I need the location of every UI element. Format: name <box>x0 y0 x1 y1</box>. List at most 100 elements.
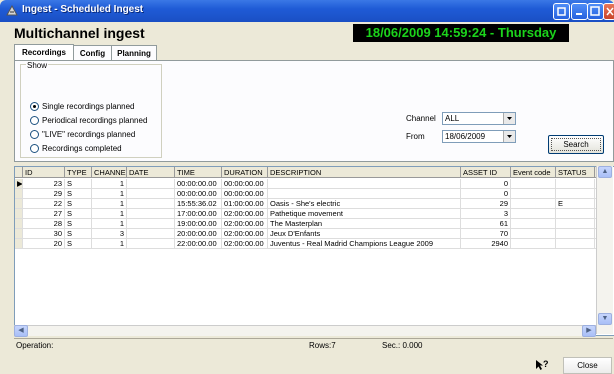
from-date-picker[interactable]: 18/06/2009 <box>442 130 516 143</box>
tab-planning[interactable]: Planning <box>111 45 157 61</box>
table-cell[interactable]: 02:00:00.00 <box>222 219 268 229</box>
table-cell[interactable]: 2940 <box>461 239 511 249</box>
column-header[interactable]: DESCRIPTION <box>268 167 461 178</box>
table-cell[interactable]: 20 <box>23 239 65 249</box>
table-cell[interactable]: 00:00:00.00 <box>222 179 268 189</box>
table-cell[interactable] <box>511 179 556 189</box>
table-cell[interactable]: S <box>65 219 92 229</box>
row-selector[interactable] <box>15 219 23 229</box>
table-cell[interactable]: Oasis - She's electric <box>268 199 461 209</box>
table-cell[interactable] <box>556 179 595 189</box>
table-cell[interactable]: 22:00:00.00 <box>175 239 222 249</box>
table-cell[interactable] <box>556 229 595 239</box>
table-cell[interactable]: 01:00:00.00 <box>222 199 268 209</box>
chevron-down-icon[interactable] <box>503 113 515 124</box>
table-cell[interactable]: E <box>556 199 595 209</box>
table-cell[interactable] <box>127 179 175 189</box>
table-cell[interactable]: S <box>65 189 92 199</box>
table-cell[interactable] <box>511 219 556 229</box>
table-cell[interactable] <box>511 239 556 249</box>
column-header[interactable]: CHANNEL <box>92 167 127 178</box>
table-cell[interactable]: 28 <box>23 219 65 229</box>
radio-button[interactable] <box>30 130 39 139</box>
table-cell[interactable]: S <box>65 209 92 219</box>
table-cell[interactable] <box>556 219 595 229</box>
help-cursor-icon[interactable]: ? <box>535 359 549 371</box>
table-cell[interactable]: 1 <box>92 179 127 189</box>
table-cell[interactable]: 15:55:36.02 <box>175 199 222 209</box>
channel-select[interactable]: ALL <box>442 112 516 125</box>
tab-recordings[interactable]: Recordings <box>14 44 74 61</box>
table-cell[interactable] <box>511 229 556 239</box>
table-cell[interactable]: 00:00:00.00 <box>222 189 268 199</box>
table-cell[interactable]: 02:00:00.00 <box>222 229 268 239</box>
table-cell[interactable]: 23 <box>23 179 65 189</box>
table-cell[interactable]: Jeux D'Enfants <box>268 229 461 239</box>
row-selector[interactable] <box>15 239 23 249</box>
chevron-down-icon[interactable] <box>503 131 515 142</box>
table-cell[interactable] <box>127 239 175 249</box>
minimize-button[interactable] <box>571 3 588 20</box>
table-cell[interactable]: S <box>65 229 92 239</box>
radio-button[interactable] <box>30 102 39 111</box>
table-cell[interactable]: 0 <box>461 189 511 199</box>
table-cell[interactable]: Juventus - Real Madrid Champions League … <box>268 239 461 249</box>
row-selector[interactable] <box>15 189 23 199</box>
scroll-down-icon[interactable]: ▼ <box>598 313 612 325</box>
table-cell[interactable] <box>127 219 175 229</box>
search-button[interactable]: Search <box>548 135 604 154</box>
scroll-right-icon[interactable]: ▶ <box>582 325 596 337</box>
table-cell[interactable]: 70 <box>461 229 511 239</box>
column-header[interactable]: DATE <box>127 167 175 178</box>
column-header[interactable]: ASSET ID <box>461 167 511 178</box>
table-cell[interactable]: 1 <box>92 219 127 229</box>
row-selector[interactable] <box>15 229 23 239</box>
table-cell[interactable]: 02:00:00.00 <box>222 239 268 249</box>
table-cell[interactable]: 00:00:00.00 <box>175 189 222 199</box>
table-cell[interactable] <box>511 189 556 199</box>
row-selector[interactable]: ▶ <box>15 179 23 189</box>
table-cell[interactable] <box>556 239 595 249</box>
column-header[interactable]: TYPE <box>65 167 92 178</box>
table-cell[interactable]: S <box>65 239 92 249</box>
column-header[interactable]: STATUS <box>556 167 595 178</box>
table-cell[interactable] <box>511 199 556 209</box>
table-cell[interactable]: 27 <box>23 209 65 219</box>
horizontal-scrollbar[interactable]: ◀ ▶ <box>14 325 596 337</box>
table-cell[interactable]: 02:00:00.00 <box>222 209 268 219</box>
maximize-button[interactable] <box>587 3 604 20</box>
table-cell[interactable]: 1 <box>92 199 127 209</box>
table-cell[interactable]: S <box>65 179 92 189</box>
close-window-button[interactable] <box>603 3 614 20</box>
recordings-grid[interactable]: ID TYPE CHANNEL DATE TIME DURATION DESCRIPTION… <box>14 166 614 336</box>
table-cell[interactable]: S <box>65 199 92 209</box>
table-cell[interactable] <box>511 209 556 219</box>
column-header[interactable]: ID <box>23 167 65 178</box>
table-cell[interactable] <box>556 209 595 219</box>
scroll-left-icon[interactable]: ◀ <box>14 325 28 337</box>
column-header[interactable]: Event code <box>511 167 556 178</box>
table-cell[interactable]: The Masterplan <box>268 219 461 229</box>
table-cell[interactable]: 3 <box>461 209 511 219</box>
table-cell[interactable]: 0 <box>461 179 511 189</box>
table-cell[interactable] <box>127 199 175 209</box>
column-header[interactable]: TIME <box>175 167 222 178</box>
radio-button[interactable] <box>30 144 39 153</box>
vertical-scrollbar[interactable]: ▲ ▼ <box>596 166 613 334</box>
table-cell[interactable] <box>556 189 595 199</box>
table-cell[interactable]: 29 <box>461 199 511 209</box>
radio-button[interactable] <box>30 116 39 125</box>
table-cell[interactable] <box>127 189 175 199</box>
table-cell[interactable]: 00:00:00.00 <box>175 179 222 189</box>
row-selector[interactable] <box>15 209 23 219</box>
row-selector[interactable] <box>15 199 23 209</box>
scroll-up-icon[interactable]: ▲ <box>598 166 612 178</box>
table-cell[interactable]: 20:00:00.00 <box>175 229 222 239</box>
table-cell[interactable] <box>127 209 175 219</box>
table-cell[interactable]: 19:00:00.00 <box>175 219 222 229</box>
table-cell[interactable]: 1 <box>92 239 127 249</box>
table-cell[interactable]: 1 <box>92 209 127 219</box>
table-cell[interactable] <box>268 189 461 199</box>
table-cell[interactable] <box>268 179 461 189</box>
help-window-button[interactable] <box>553 3 570 20</box>
